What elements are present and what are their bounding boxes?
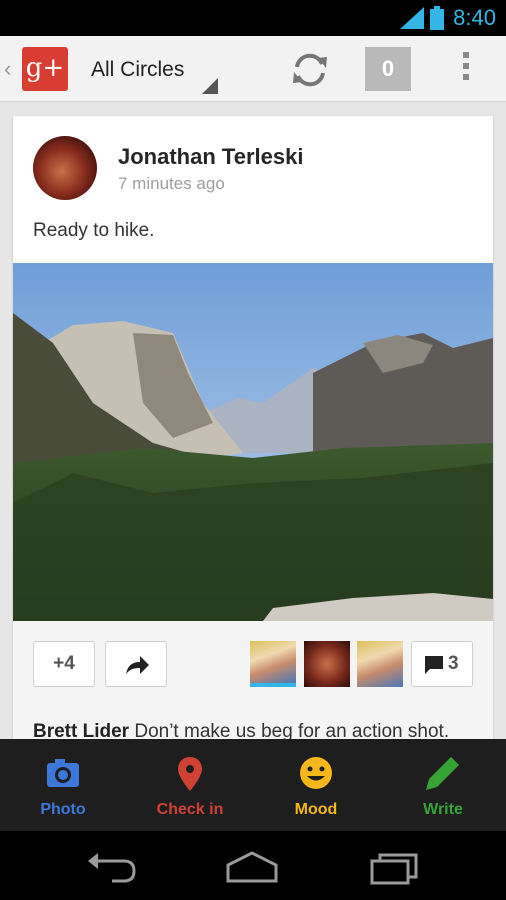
plusser-avatar[interactable] — [250, 641, 296, 687]
plusser-avatar[interactable] — [357, 641, 403, 687]
back-icon[interactable] — [82, 847, 142, 887]
refresh-icon[interactable] — [288, 50, 332, 90]
mood-label: Mood — [294, 801, 338, 818]
action-bar: ‹ g+ All Circles 0 — [0, 36, 506, 102]
post-photo[interactable] — [13, 263, 493, 621]
battery-icon — [430, 6, 444, 30]
author-avatar[interactable] — [33, 136, 97, 200]
smiley-icon — [300, 757, 332, 789]
recent-apps-icon[interactable] — [364, 847, 424, 887]
google-plus-logo[interactable]: g+ — [22, 47, 68, 91]
comments-button[interactable]: 3 — [411, 641, 473, 687]
mood-button[interactable]: Mood — [253, 739, 379, 831]
comment-bubble-icon — [425, 656, 443, 674]
camera-icon — [47, 759, 79, 787]
up-caret-icon[interactable]: ‹ — [4, 56, 11, 82]
post-text: Ready to hike. — [33, 220, 155, 241]
plus-one-button[interactable]: +4 — [33, 641, 95, 687]
share-button[interactable] — [105, 641, 167, 687]
dropdown-triangle-icon — [202, 78, 218, 94]
status-bar: 8:40 — [0, 0, 506, 36]
overflow-menu-icon[interactable] — [456, 52, 476, 86]
circle-selector[interactable]: All Circles — [80, 44, 220, 94]
plusser-avatar[interactable] — [304, 641, 350, 687]
share-arrow-icon — [126, 656, 149, 674]
post-timestamp: 7 minutes ago — [118, 174, 225, 193]
comment-count: 3 — [448, 653, 459, 674]
write-label: Write — [423, 801, 463, 818]
compose-tray: Photo Check in Mood Write — [0, 739, 506, 831]
check-in-button[interactable]: Check in — [127, 739, 253, 831]
post-card: Jonathan Terleski 7 minutes ago Ready to… — [13, 116, 493, 756]
circle-selector-label: All Circles — [91, 58, 185, 81]
photo-label: Photo — [40, 801, 86, 818]
check-in-label: Check in — [156, 801, 224, 818]
status-time: 8:40 — [453, 5, 496, 30]
home-icon[interactable] — [222, 847, 282, 887]
write-button[interactable]: Write — [380, 739, 506, 831]
photo-button[interactable]: Photo — [0, 739, 126, 831]
notifications-button[interactable]: 0 — [365, 47, 411, 91]
navigation-bar — [0, 831, 506, 900]
pencil-icon — [426, 757, 459, 790]
post-actions: +4 3 Brett Lider Don’t make us beg for a… — [13, 621, 493, 756]
location-pin-icon — [178, 757, 202, 791]
post-author[interactable]: Jonathan Terleski — [118, 144, 303, 170]
signal-icon — [400, 7, 424, 29]
